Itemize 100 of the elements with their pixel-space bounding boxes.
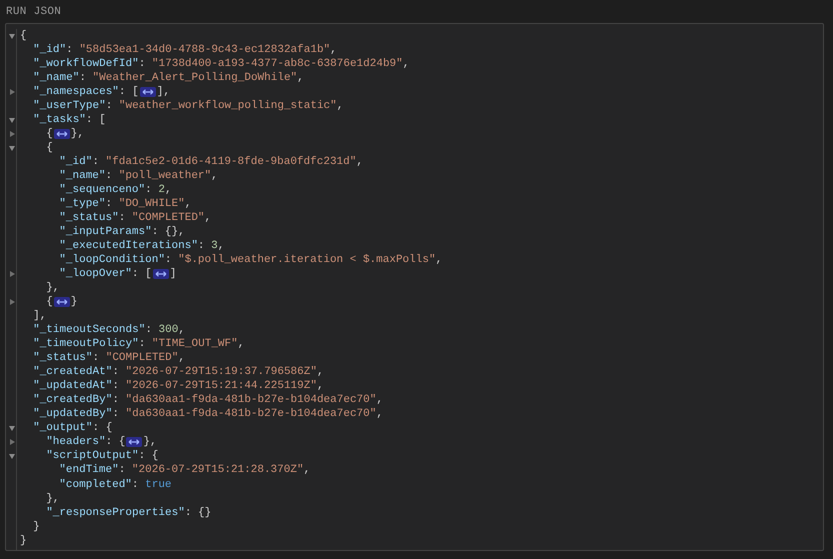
- fold-expanded-icon[interactable]: [9, 146, 15, 151]
- json-punctuation: :: [106, 197, 114, 212]
- fold-collapsed-icon[interactable]: [10, 299, 14, 306]
- json-punctuation: ,: [211, 169, 218, 184]
- json-key: "_type": [59, 197, 106, 212]
- json-key: "completed": [59, 478, 132, 492]
- json-key: "_workflowDefId": [33, 57, 139, 72]
- fold-collapsed-icon[interactable]: [10, 439, 14, 446]
- json-string: "2026-07-29T15:21:28.370Z": [132, 463, 304, 478]
- json-boolean: true: [145, 478, 172, 492]
- double-arrow-icon: [56, 131, 68, 138]
- json-string: "poll_weather": [118, 169, 212, 184]
- json-punctuation: ,: [402, 57, 410, 72]
- double-arrow-icon: [56, 299, 68, 306]
- json-punctuation: ,: [204, 211, 212, 226]
- json-punctuation: ,: [336, 99, 344, 114]
- json-punctuation: :: [112, 365, 120, 380]
- json-punctuation: : [: [132, 267, 152, 282]
- json-string: "2026-07-29T15:19:37.796586Z": [126, 365, 317, 380]
- json-punctuation: },: [70, 127, 84, 142]
- double-arrow-icon: [128, 439, 140, 446]
- fold-expanded-icon[interactable]: [9, 426, 15, 431]
- collapsed-content-button[interactable]: [54, 129, 70, 140]
- json-punctuation: ,: [184, 197, 192, 212]
- json-punctuation: ],: [33, 309, 46, 324]
- json-key: "_status": [33, 351, 93, 366]
- json-punctuation: :: [79, 71, 87, 86]
- json-punctuation: :: [92, 351, 100, 366]
- json-key: "_name": [33, 71, 80, 86]
- json-key: "_updatedAt": [33, 379, 112, 394]
- json-punctuation: ,: [238, 337, 244, 352]
- json-punctuation: :: [92, 155, 100, 170]
- double-arrow-icon: [154, 271, 167, 278]
- json-string: "2026-07-29T15:21:44.225119Z": [126, 379, 317, 394]
- json-key: "_userType": [33, 99, 106, 114]
- panel-title: RUN JSON: [5, 6, 62, 20]
- json-punctuation: : {},: [152, 225, 185, 240]
- json-key: "_id": [59, 155, 92, 170]
- fold-collapsed-icon[interactable]: [10, 131, 14, 138]
- json-punctuation: :: [118, 463, 126, 478]
- json-punctuation: ,: [330, 43, 337, 58]
- json-key: "_tasks": [33, 113, 86, 128]
- json-punctuation: },: [143, 435, 157, 450]
- json-key: "_loopCondition": [59, 253, 165, 268]
- json-string: "58d53ea1-34d0-4788-9c43-ec12832afa1b": [79, 43, 330, 58]
- json-key: "_status": [59, 211, 119, 226]
- double-arrow-icon: [142, 89, 154, 96]
- fold-expanded-icon[interactable]: [9, 118, 15, 123]
- json-key: "_inputParams": [59, 225, 152, 240]
- collapsed-content-button[interactable]: [152, 269, 169, 280]
- fold-collapsed-icon[interactable]: [10, 271, 14, 278]
- fold-expanded-icon[interactable]: [9, 454, 15, 459]
- json-punctuation: {: [46, 127, 53, 142]
- collapsed-content-button[interactable]: [54, 297, 70, 308]
- json-punctuation: },: [46, 492, 60, 506]
- json-punctuation: ,: [164, 183, 172, 198]
- json-string: "COMPLETED": [106, 351, 178, 366]
- json-key: "_sequenceno": [59, 183, 146, 198]
- json-punctuation: :: [112, 393, 120, 408]
- json-punctuation: ,: [436, 253, 442, 268]
- json-key: "endTime": [59, 463, 119, 478]
- json-number: 3: [211, 239, 218, 254]
- json-punctuation: :: [106, 99, 114, 114]
- json-punctuation: ,: [178, 351, 185, 366]
- json-punctuation: :: [66, 43, 74, 58]
- json-punctuation: ],: [156, 85, 170, 100]
- json-punctuation: }: [70, 295, 78, 310]
- json-punctuation: : {: [138, 449, 158, 464]
- json-punctuation: ,: [218, 239, 224, 254]
- json-string: "$.poll_weather.iteration < $.maxPolls": [178, 253, 436, 268]
- json-punctuation: :: [112, 407, 120, 422]
- json-string: "COMPLETED": [132, 211, 205, 226]
- fold-collapsed-icon[interactable]: [10, 89, 14, 96]
- json-punctuation: ,: [376, 393, 383, 408]
- json-key: "_loopOver": [59, 267, 132, 282]
- json-string: "1738d400-a193-4377-ab8c-63876e1d24b9": [152, 57, 403, 72]
- json-punctuation: :: [198, 239, 206, 254]
- json-punctuation: }: [20, 534, 27, 548]
- json-punctuation: :: [145, 323, 153, 338]
- json-punctuation: : {: [92, 421, 112, 436]
- json-string: "da630aa1-f9da-481b-b27e-b104dea7ec70": [126, 407, 376, 422]
- json-string: "DO_WHILE": [118, 197, 185, 212]
- json-key: "_output": [33, 421, 93, 436]
- json-key: "_createdAt": [33, 365, 112, 380]
- collapsed-content-button[interactable]: [140, 87, 156, 98]
- json-string: "fda1c5e2-01d6-4119-8fde-9ba0fdfc231d": [106, 155, 356, 170]
- json-string: "da630aa1-f9da-481b-b27e-b104dea7ec70": [126, 393, 376, 408]
- json-number: 2: [158, 183, 165, 198]
- json-key: "_updatedBy": [33, 407, 112, 422]
- json-number: 300: [158, 323, 178, 338]
- json-punctuation: : [: [86, 113, 106, 128]
- collapsed-content-button[interactable]: [126, 437, 142, 448]
- json-punctuation: ,: [356, 155, 363, 170]
- json-string: "TIME_OUT_WF": [152, 337, 238, 352]
- json-key: "_id": [33, 43, 66, 58]
- json-punctuation: : {}: [184, 506, 212, 520]
- json-key: "headers": [46, 435, 106, 450]
- json-punctuation: ,: [297, 71, 304, 86]
- fold-expanded-icon[interactable]: [9, 34, 15, 38]
- json-punctuation: :: [106, 169, 114, 184]
